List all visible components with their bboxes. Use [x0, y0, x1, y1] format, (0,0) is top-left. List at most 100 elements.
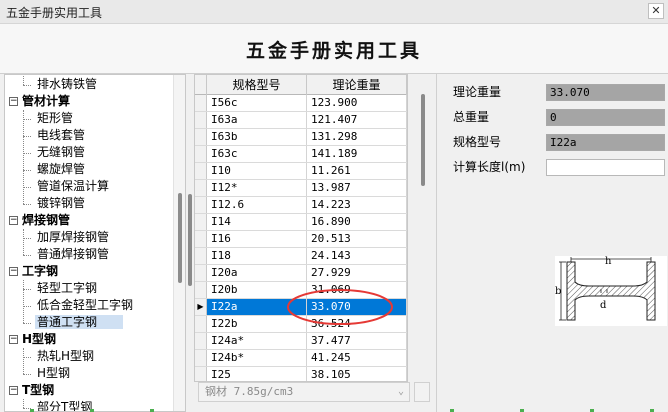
- collapse-icon[interactable]: −: [9, 335, 18, 344]
- table-row[interactable]: I24a* 37.477: [195, 333, 407, 350]
- tree-item[interactable]: 螺旋焊管: [35, 161, 85, 178]
- spec-table[interactable]: 规格型号 理论重量 I56c 123.900 I63a 121.407 I63b 131.…: [194, 74, 408, 382]
- table-row[interactable]: I18 24.143: [195, 248, 407, 265]
- column-header-weight[interactable]: 理论重量: [307, 75, 407, 95]
- cell-spec[interactable]: I24b*: [207, 350, 307, 366]
- row-header[interactable]: [195, 146, 207, 162]
- cell-spec[interactable]: I14: [207, 214, 307, 230]
- cell-weight[interactable]: 36.524: [307, 316, 407, 332]
- table-row[interactable]: I10 11.261: [195, 163, 407, 180]
- row-header[interactable]: [195, 129, 207, 145]
- row-header[interactable]: [195, 231, 207, 247]
- tree-category[interactable]: − 管材计算: [9, 93, 70, 110]
- table-row[interactable]: I16 20.513: [195, 231, 407, 248]
- tree-item[interactable]: 低合金轻型工字钢: [35, 297, 133, 314]
- cell-weight[interactable]: 38.105: [307, 367, 407, 381]
- table-row[interactable]: I12* 13.987: [195, 180, 407, 197]
- cell-weight[interactable]: 31.069: [307, 282, 407, 298]
- cell-weight[interactable]: 27.929: [307, 265, 407, 281]
- tree-category[interactable]: − T型钢: [9, 382, 54, 399]
- column-header-spec[interactable]: 规格型号: [207, 75, 307, 95]
- cell-spec[interactable]: I63b: [207, 129, 307, 145]
- splitter[interactable]: [186, 74, 194, 412]
- cell-spec[interactable]: I63c: [207, 146, 307, 162]
- row-header[interactable]: [195, 350, 207, 366]
- length-input[interactable]: [546, 159, 665, 176]
- row-header[interactable]: [195, 163, 207, 179]
- table-row[interactable]: ▶ I22a 33.070: [195, 299, 407, 316]
- row-header[interactable]: [195, 180, 207, 196]
- tree-item[interactable]: 矩形管: [35, 110, 73, 127]
- cell-weight[interactable]: 141.189: [307, 146, 407, 162]
- table-scrollbar[interactable]: [408, 74, 436, 382]
- row-header[interactable]: [195, 112, 207, 128]
- category-tree[interactable]: 排水铸铁管 − 管材计算 矩形管 电线套管 无缝钢管 螺旋焊管 管道保温计算 镀锌钢管 − 焊接钢管…: [4, 74, 186, 412]
- table-row[interactable]: I20b 31.069: [195, 282, 407, 299]
- cell-weight[interactable]: 37.477: [307, 333, 407, 349]
- tree-category[interactable]: − 焊接钢管: [9, 212, 70, 229]
- cell-weight[interactable]: 13.987: [307, 180, 407, 196]
- cell-weight[interactable]: 121.407: [307, 112, 407, 128]
- close-icon[interactable]: ✕: [648, 3, 664, 19]
- cell-spec[interactable]: I22b: [207, 316, 307, 332]
- table-row[interactable]: I22b 36.524: [195, 316, 407, 333]
- row-header[interactable]: [195, 333, 207, 349]
- cell-spec[interactable]: I16: [207, 231, 307, 247]
- cell-weight[interactable]: 41.245: [307, 350, 407, 366]
- table-row[interactable]: I63b 131.298: [195, 129, 407, 146]
- table-row[interactable]: I20a 27.929: [195, 265, 407, 282]
- cell-weight[interactable]: 20.513: [307, 231, 407, 247]
- tree-item[interactable]: H型钢: [35, 365, 70, 382]
- table-row[interactable]: I56c 123.900: [195, 95, 407, 112]
- table-row[interactable]: I25 38.105: [195, 367, 407, 381]
- current-row-marker-icon[interactable]: ▶: [195, 299, 207, 315]
- cell-weight[interactable]: 14.223: [307, 197, 407, 213]
- table-row[interactable]: I63a 121.407: [195, 112, 407, 129]
- tree-item[interactable]: 普通焊接钢管: [35, 246, 109, 263]
- tree-item[interactable]: 热轧H型钢: [35, 348, 94, 365]
- row-header[interactable]: [195, 197, 207, 213]
- collapse-icon[interactable]: −: [9, 386, 18, 395]
- cell-weight[interactable]: 33.070: [307, 299, 407, 315]
- tree-item[interactable]: 普通工字钢: [35, 314, 124, 331]
- cell-weight[interactable]: 11.261: [307, 163, 407, 179]
- row-header[interactable]: [195, 95, 207, 111]
- row-header[interactable]: [195, 214, 207, 230]
- splitter-handle[interactable]: [188, 194, 192, 286]
- cell-spec[interactable]: I63a: [207, 112, 307, 128]
- cell-weight[interactable]: 24.143: [307, 248, 407, 264]
- row-header[interactable]: [195, 367, 207, 381]
- cell-spec[interactable]: I22a: [207, 299, 307, 315]
- cell-weight[interactable]: 131.298: [307, 129, 407, 145]
- table-row[interactable]: I12.6 14.223: [195, 197, 407, 214]
- cell-spec[interactable]: I18: [207, 248, 307, 264]
- cell-spec[interactable]: I56c: [207, 95, 307, 111]
- cell-spec[interactable]: I20a: [207, 265, 307, 281]
- tree-item[interactable]: 排水铸铁管: [35, 76, 97, 93]
- tree-scrollbar-thumb[interactable]: [178, 193, 182, 283]
- cell-weight[interactable]: 123.900: [307, 95, 407, 111]
- row-header[interactable]: [195, 265, 207, 281]
- tree-item[interactable]: 加厚焊接钢管: [35, 229, 109, 246]
- material-select[interactable]: 钢材 7.85g/cm3 ⌄: [198, 382, 410, 402]
- row-header[interactable]: [195, 282, 207, 298]
- cell-spec[interactable]: I20b: [207, 282, 307, 298]
- cell-spec[interactable]: I10: [207, 163, 307, 179]
- table-row[interactable]: I14 16.890: [195, 214, 407, 231]
- table-scrollbar-thumb[interactable]: [421, 94, 425, 186]
- cell-weight[interactable]: 16.890: [307, 214, 407, 230]
- tree-item[interactable]: 轻型工字钢: [35, 280, 97, 297]
- cell-spec[interactable]: I12.6: [207, 197, 307, 213]
- table-row[interactable]: I63c 141.189: [195, 146, 407, 163]
- collapse-icon[interactable]: −: [9, 267, 18, 276]
- cell-spec[interactable]: I12*: [207, 180, 307, 196]
- tree-category[interactable]: − 工字钢: [9, 263, 58, 280]
- collapse-icon[interactable]: −: [9, 216, 18, 225]
- tree-item[interactable]: 镀锌钢管: [35, 195, 85, 212]
- material-option-button[interactable]: [414, 382, 430, 402]
- tree-category[interactable]: − H型钢: [9, 331, 56, 348]
- cell-spec[interactable]: I25: [207, 367, 307, 381]
- table-row[interactable]: I24b* 41.245: [195, 350, 407, 367]
- row-header[interactable]: [195, 316, 207, 332]
- collapse-icon[interactable]: −: [9, 97, 18, 106]
